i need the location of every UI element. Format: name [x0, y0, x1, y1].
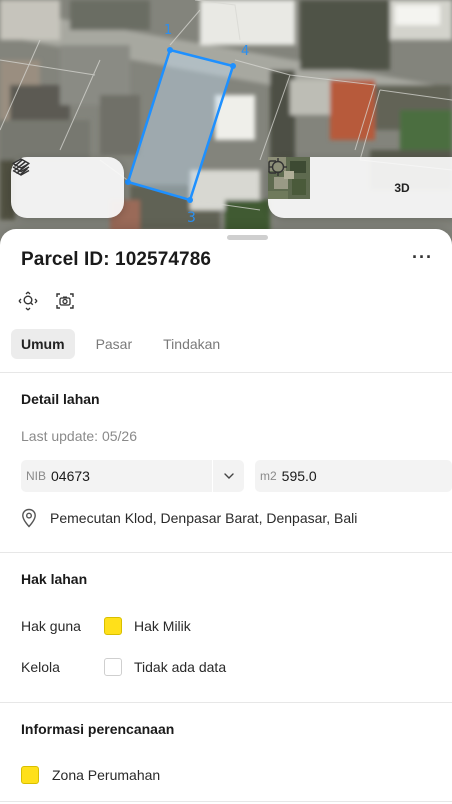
- locate-button[interactable]: [269, 158, 374, 206]
- area-unit: m2: [260, 469, 277, 483]
- 3d-view-button[interactable]: 3D: [382, 181, 422, 195]
- divider: [0, 702, 452, 703]
- zoom-to-parcel-icon: [18, 291, 38, 311]
- layers-button[interactable]: [12, 158, 63, 206]
- parcel-title: Parcel ID: 102574786: [21, 249, 212, 270]
- address-row: Pemecutan Klod, Denpasar Barat, Denpasar…: [21, 508, 357, 528]
- rights-swatch: [104, 658, 122, 676]
- camera-icon: [56, 293, 74, 309]
- nib-prefix: NIB: [26, 469, 47, 483]
- section-title-land-rights: Hak lahan: [21, 571, 88, 587]
- frame-button[interactable]: [268, 160, 452, 206]
- divider: [0, 552, 452, 553]
- divider: [0, 372, 452, 373]
- chevron-down-icon: [223, 473, 234, 479]
- nib-value: 04673: [51, 468, 90, 484]
- map-tools-panel: [11, 157, 124, 218]
- rights-swatch: [104, 617, 122, 635]
- last-update-text: Last update: 05/26: [21, 428, 137, 444]
- vertex-label: 1: [164, 23, 172, 38]
- zone-swatch: [21, 766, 39, 784]
- tab-tindakan[interactable]: Tindakan: [153, 329, 230, 359]
- map-imagery: 1 4 3: [0, 0, 452, 260]
- rights-value-kelola: Tidak ada data: [134, 659, 227, 675]
- frame-icon: [268, 160, 276, 174]
- tab-umum[interactable]: Umum: [11, 329, 75, 359]
- map-view-panel: 3D: [268, 157, 452, 218]
- location-pin-icon: [22, 508, 36, 528]
- section-title-planning: Informasi perencanaan: [21, 721, 175, 737]
- rights-value-hak-guna: Hak Milik: [134, 618, 191, 634]
- nib-field[interactable]: NIB 04673: [21, 460, 244, 492]
- divider: [0, 801, 452, 802]
- section-title-land-detail: Detail lahan: [21, 391, 100, 407]
- screenshot-button[interactable]: [55, 291, 75, 311]
- tab-bar: Umum Pasar Tindakan: [11, 329, 241, 359]
- address-text: Pemecutan Klod, Denpasar Barat, Denpasar…: [50, 510, 358, 526]
- sheet-drag-handle[interactable]: [227, 235, 268, 240]
- vertex-label: 4: [241, 44, 249, 59]
- more-options-button[interactable]: ···: [412, 247, 433, 268]
- zone-label: Zona Perumahan: [52, 767, 161, 783]
- rights-label-kelola: Kelola: [21, 659, 60, 675]
- draw-button[interactable]: [14, 159, 108, 206]
- vertex-label: 3: [187, 210, 196, 226]
- area-field: m2 595.0: [255, 460, 452, 492]
- draw-icon: [14, 159, 28, 175]
- satellite-map[interactable]: 1 4 3 3D: [0, 0, 452, 260]
- parcel-details-sheet: Parcel ID: 102574786 ··· Umum Pasar Tind…: [0, 229, 452, 804]
- tab-pasar[interactable]: Pasar: [86, 329, 143, 359]
- area-value: 595.0: [281, 468, 317, 484]
- rights-label-hak-guna: Hak guna: [21, 618, 81, 634]
- nib-dropdown-button[interactable]: [212, 460, 244, 492]
- zoom-to-parcel-button[interactable]: [18, 291, 38, 311]
